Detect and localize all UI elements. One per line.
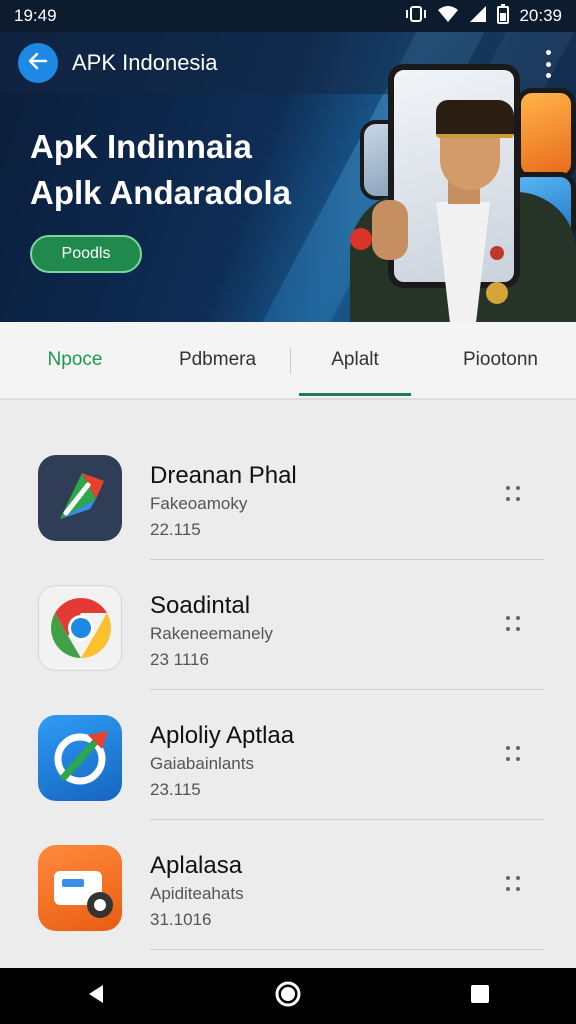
drag-handle-icon[interactable] [506,616,522,634]
list-item[interactable]: Soadintal Rakeneemanely 23 1116 [0,560,576,690]
nav-back-button[interactable] [66,974,126,1018]
flower-decoration [350,228,372,250]
hero-title: ApK Indinnaia Aplk Andaradola [30,124,291,216]
list-item[interactable]: Aplalasa Apiditeahats 31.1016 [0,820,576,950]
app-title: Aplalasa [150,852,243,879]
tab-label: Npoce [47,349,103,370]
flower-decoration [490,246,504,260]
person-hand [372,200,408,260]
settings-gear-icon [38,845,122,931]
tab-npoce[interactable]: Npoce [0,322,150,398]
chrome-icon [38,585,122,671]
app-title: Aploliy Aptlaa [150,722,295,749]
battery-icon [497,3,510,29]
phone-illustration-right [516,88,576,180]
app-list: Dreanan Phal Fakeoamoky 22.115 Soadintal… [0,430,576,950]
list-item[interactable]: Aploliy Aptlaa Gaiabainlants 23.115 [0,690,576,820]
triangle-back-icon [85,983,107,1010]
tab-piootonn[interactable]: Piootonn [425,322,576,398]
hero-title-line2: Aplk Andaradola [30,174,291,211]
app-subtitle: Gaiabainlants [150,754,254,773]
person-hat [436,100,514,138]
tab-aplalt[interactable]: Aplalt [285,322,425,398]
vibrate-icon [405,5,427,28]
drag-handle-icon[interactable] [506,746,522,764]
status-bar: 19:49 20:39 [0,0,576,32]
tab-label: Piootonn [462,349,538,370]
app-version: 22.115 [150,520,201,539]
circle-home-icon [275,981,301,1012]
app-version: 31.1016 [150,910,212,929]
back-arrow-icon [26,49,50,78]
drag-handle-icon[interactable] [506,486,522,504]
app-subtitle: Fakeoamoky [150,494,248,513]
status-icons: 20:39 [405,3,562,29]
tab-label: Pdbmera [178,349,257,370]
app-title: Soadintal [150,592,251,619]
tab-label: Aplalt [331,349,379,370]
divider [150,949,544,950]
navigation-arrow-icon [38,455,122,541]
square-recents-icon [469,983,491,1010]
status-clock: 20:39 [519,6,562,25]
wifi-icon [437,5,459,28]
app-subtitle: Rakeneemanely [150,624,273,643]
nav-home-button[interactable] [258,974,318,1018]
app-version: 23 1116 [150,650,209,669]
more-vert-icon[interactable] [536,50,560,78]
tab-bar: Npoce Pdbmera Aplalt Piootonn [0,322,576,400]
flower-decoration [486,282,508,304]
hero-title-line1: ApK Indinnaia [30,128,252,165]
status-time: 19:49 [14,6,57,25]
signal-icon [469,5,487,28]
nav-recents-button[interactable] [450,974,510,1018]
app-title: Dreanan Phal [150,462,297,489]
hero-button[interactable]: Poodls [30,235,142,273]
app-bar-title: APK Indonesia [72,50,218,75]
system-nav-bar [0,968,576,1024]
tab-pdbmera[interactable]: Pdbmera [150,322,285,398]
list-item[interactable]: Dreanan Phal Fakeoamoky 22.115 [0,430,576,560]
hero-banner: APK Indonesia ApK Indinnaia Aplk Andarad… [0,32,576,322]
tab-active-indicator [299,393,411,396]
drag-handle-icon[interactable] [506,876,522,894]
back-button[interactable] [18,43,58,83]
refresh-arrow-icon [38,715,122,801]
app-subtitle: Apiditeahats [150,884,244,903]
app-version: 23.115 [150,780,201,799]
